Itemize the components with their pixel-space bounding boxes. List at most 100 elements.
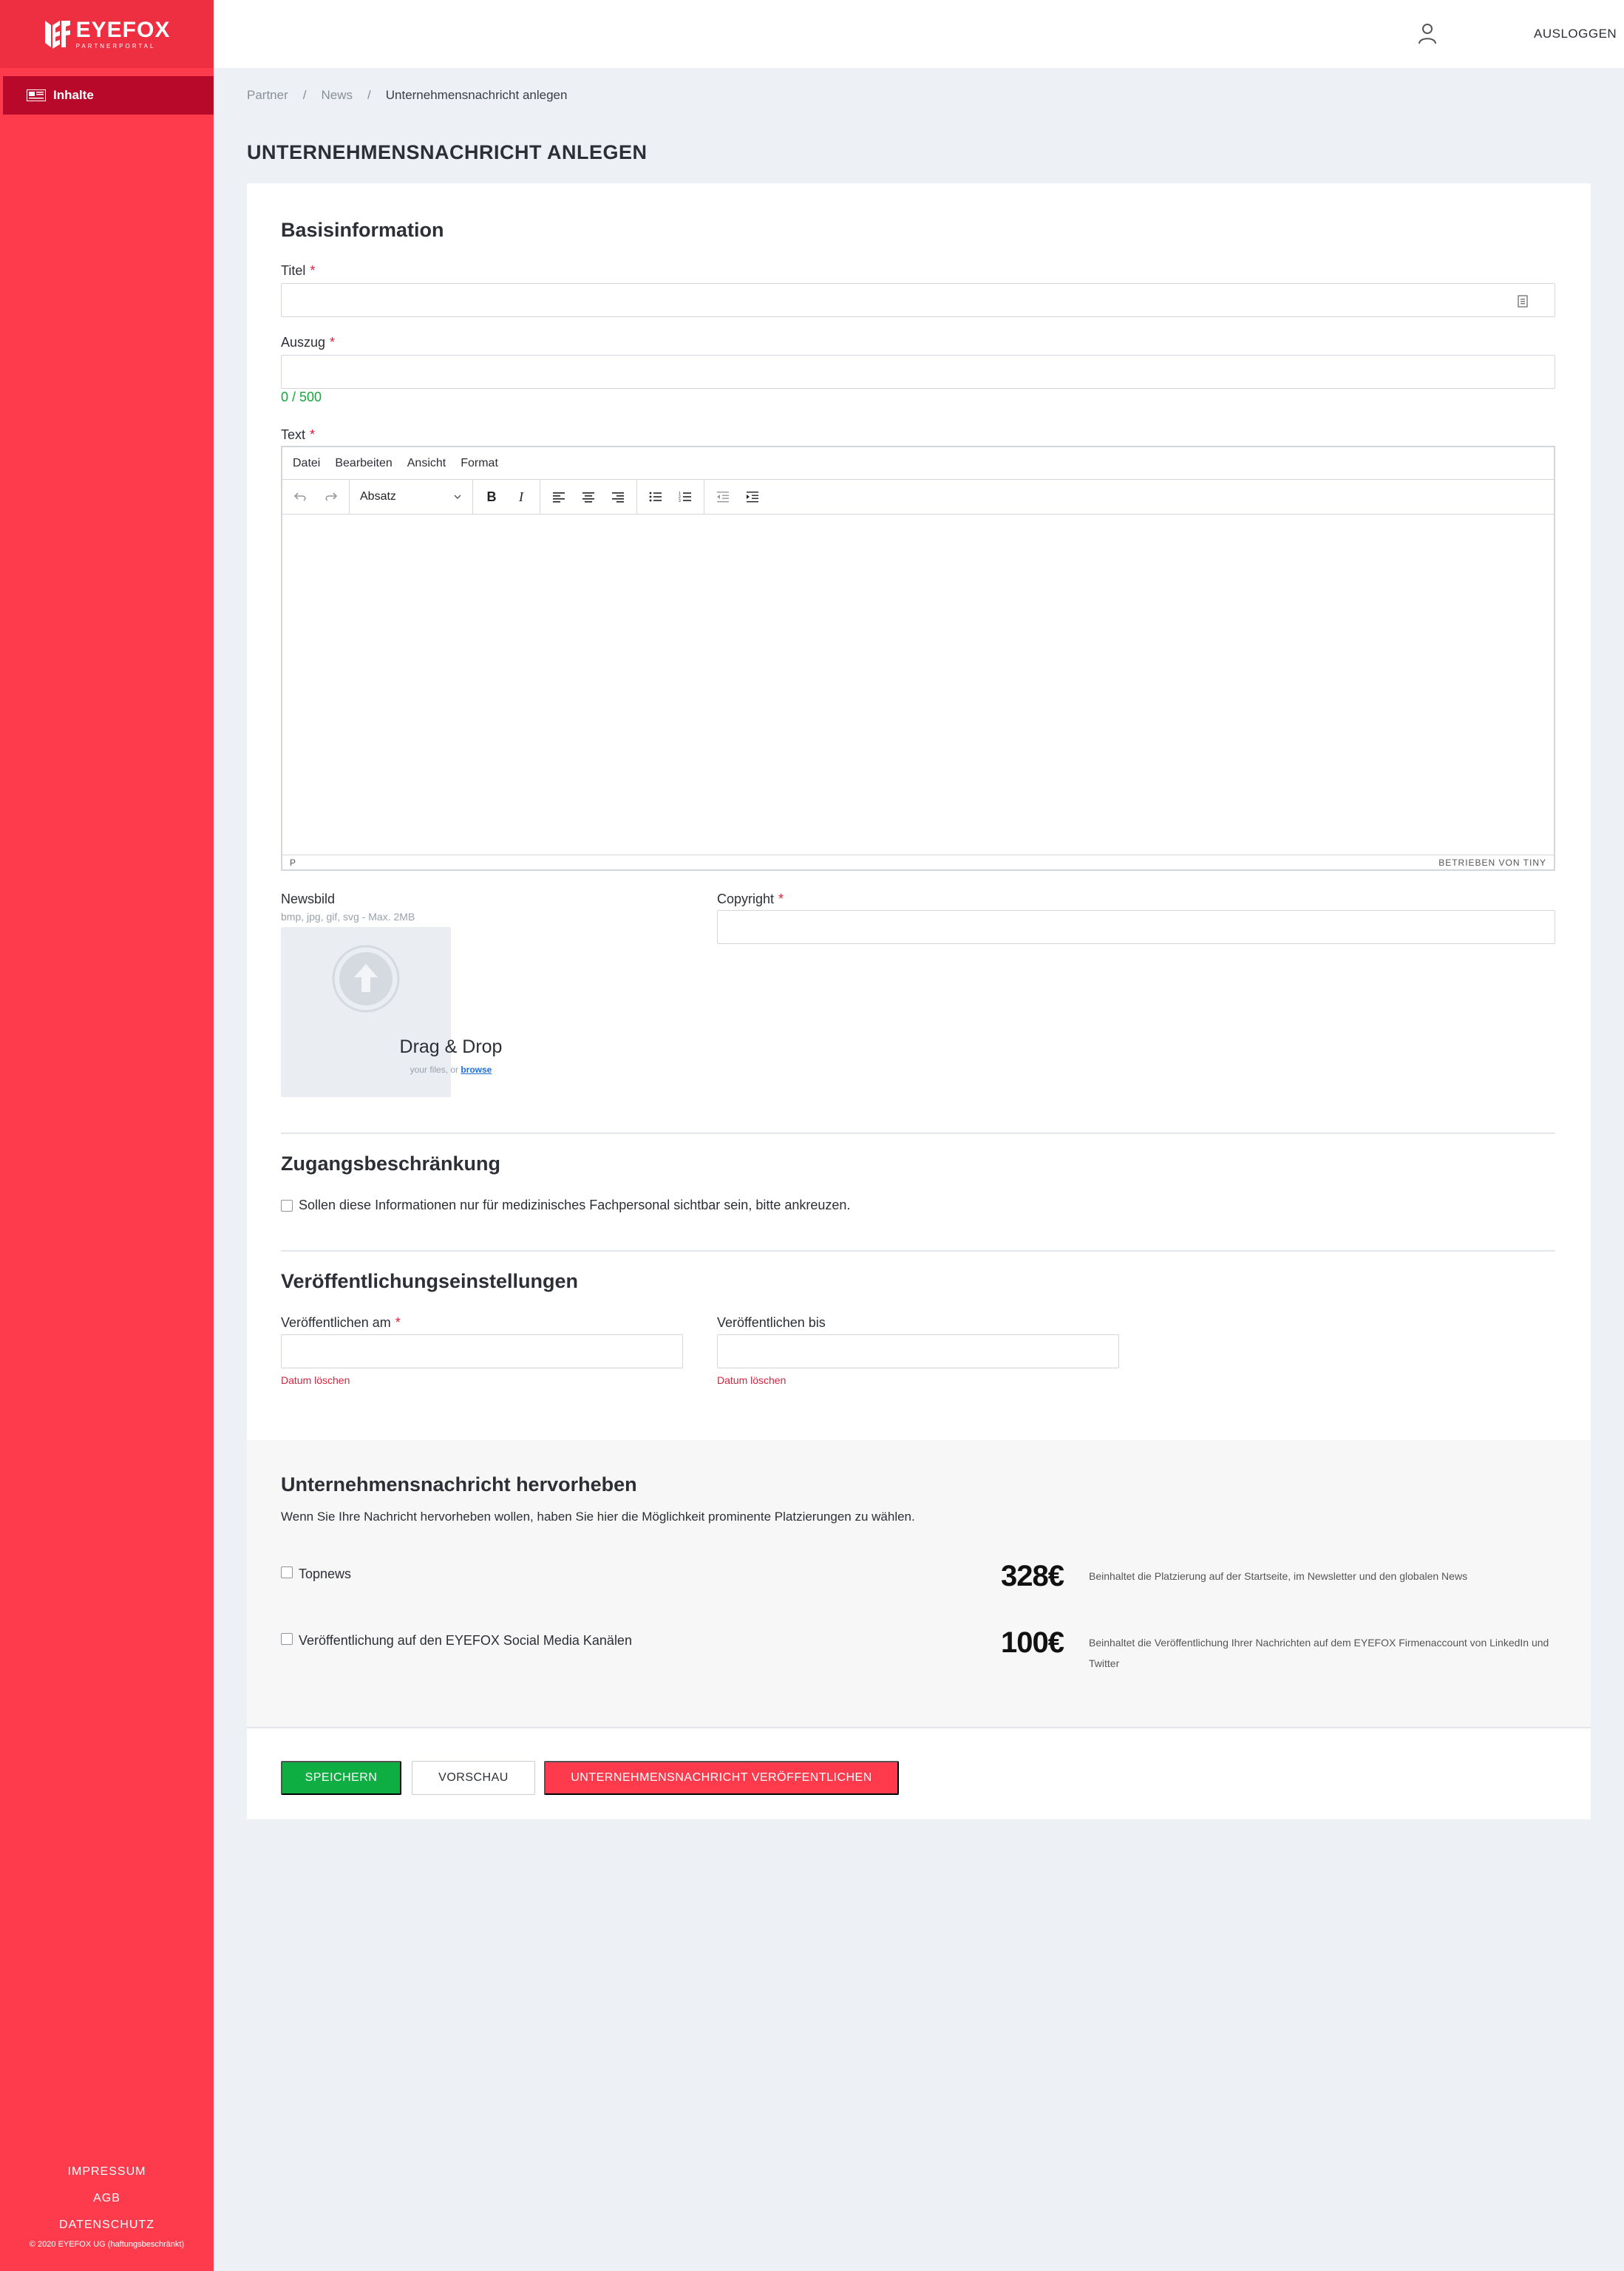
titel-field[interactable] — [281, 283, 1555, 317]
publish-to-field[interactable] — [717, 1334, 1119, 1368]
agb-link[interactable]: AGB — [0, 2188, 214, 2215]
divider — [281, 1133, 1555, 1134]
powered-by-tiny[interactable]: BETRIEBEN VON TINY — [1438, 858, 1546, 868]
social-media-label: Veröffentlichung auf den EYEFOX Social M… — [299, 1633, 632, 1648]
formatting-group: B I — [473, 480, 540, 514]
auszug-field[interactable] — [281, 355, 1555, 389]
clipboard-icon — [1518, 295, 1528, 308]
titel-input[interactable] — [282, 284, 1555, 316]
editor-menubar: Datei Bearbeiten Ansicht Format — [282, 447, 1554, 480]
brand-tagline: PARTNERPORTAL — [75, 42, 156, 50]
copyright-label: Copyright * — [717, 892, 784, 906]
alignment-group — [540, 480, 637, 514]
topnews-label: Topnews — [299, 1566, 352, 1581]
newspaper-icon — [27, 89, 46, 101]
indent-icon[interactable] — [741, 486, 764, 508]
upload-icon — [332, 945, 400, 1013]
publish-to-label: Veröffentlichen bis — [717, 1315, 826, 1330]
character-counter: 0 / 500 — [281, 390, 322, 404]
preview-button[interactable]: VORSCHAU — [412, 1761, 535, 1795]
form-card: Basisinformation Titel * Auszug * 0 / 500 … — [247, 183, 1591, 1819]
social-media-price-description: Beinhaltet die Veröffentlichung Ihrer Na… — [1089, 1637, 1549, 1669]
logo[interactable]: EYEFOX PARTNERPORTAL — [0, 0, 214, 68]
access-checkbox-label: Sollen diese Informationen nur für mediz… — [299, 1198, 851, 1212]
menu-format[interactable]: Format — [461, 457, 498, 470]
outdent-icon[interactable] — [712, 486, 734, 508]
clear-from-date-link[interactable]: Datum löschen — [281, 1374, 350, 1386]
italic-icon[interactable]: I — [510, 486, 532, 508]
social-media-checkbox[interactable] — [281, 1633, 293, 1645]
auszug-input[interactable] — [282, 356, 1555, 388]
breadcrumb-partner[interactable]: Partner — [247, 88, 288, 103]
sidebar-item-label: Inhalte — [53, 88, 94, 102]
logout-link[interactable]: AUSLOGGEN — [1534, 27, 1617, 41]
section-title-highlight: Unternehmensnachricht hervorheben — [281, 1473, 637, 1496]
menu-ansicht[interactable]: Ansicht — [407, 457, 446, 470]
access-checkbox-row[interactable]: Sollen diese Informationen nur für mediz… — [281, 1198, 850, 1213]
topnews-option[interactable]: Topnews — [281, 1566, 351, 1582]
topbar: AUSLOGGEN — [214, 0, 1624, 68]
save-button[interactable]: SPEICHERN — [281, 1761, 401, 1795]
highlight-section: Unternehmensnachricht hervorheben Wenn S… — [247, 1440, 1591, 1728]
brand-name: EYEFOX — [75, 17, 171, 42]
indent-group — [704, 480, 771, 514]
topnews-price: 328€ — [1001, 1560, 1064, 1592]
breadcrumb-separator: / — [367, 88, 371, 102]
topnews-checkbox[interactable] — [281, 1566, 293, 1578]
editor-statusbar: P BETRIEBEN VON TINY — [282, 855, 1554, 869]
align-left-icon[interactable] — [548, 486, 570, 508]
block-format-group: Absatz — [350, 480, 473, 514]
copyright-input[interactable] — [718, 911, 1555, 943]
datenschutz-link[interactable]: DATENSCHUTZ — [0, 2215, 214, 2241]
publish-button[interactable]: UNTERNEHMENSNACHRICHT VERÖFFENTLICHEN — [544, 1761, 899, 1795]
align-center-icon[interactable] — [577, 486, 599, 508]
section-title-access: Zugangsbeschränkung — [281, 1153, 501, 1175]
menu-bearbeiten[interactable]: Bearbeiten — [335, 457, 392, 470]
access-checkbox[interactable] — [281, 1199, 293, 1212]
menu-datei[interactable]: Datei — [293, 457, 320, 470]
bold-icon[interactable]: B — [480, 486, 503, 508]
element-path[interactable]: P — [290, 858, 296, 868]
sidebar: EYEFOX PARTNERPORTAL Inhalte IMPRESSUM A… — [0, 0, 214, 2271]
block-format-value: Absatz — [360, 490, 396, 503]
divider — [247, 1727, 1591, 1728]
svg-text:3: 3 — [679, 499, 681, 503]
auszug-label: Auszug * — [281, 335, 336, 350]
redo-icon[interactable] — [319, 486, 342, 508]
impressum-link[interactable]: IMPRESSUM — [0, 2162, 214, 2188]
chevron-down-icon — [454, 495, 461, 499]
breadcrumb-separator: / — [302, 88, 307, 102]
dropzone-title: Drag & Drop — [399, 1036, 503, 1057]
breadcrumb-news[interactable]: News — [321, 88, 353, 103]
social-media-option[interactable]: Veröffentlichung auf den EYEFOX Social M… — [281, 1633, 632, 1649]
eyefox-logo-icon — [44, 21, 70, 49]
publish-from-input[interactable] — [282, 1335, 682, 1368]
bullet-list-icon[interactable] — [645, 486, 667, 508]
divider — [281, 1250, 1555, 1252]
user-icon[interactable] — [1417, 22, 1438, 44]
rich-text-editor[interactable]: Datei Bearbeiten Ansicht Format Absatz B… — [281, 446, 1555, 871]
sidebar-item-inhalte[interactable]: Inhalte — [3, 76, 214, 115]
publish-to-input[interactable] — [718, 1335, 1118, 1368]
copyright-field[interactable] — [717, 910, 1555, 944]
page-title: UNTERNEHMENSNACHRICHT ANLEGEN — [247, 141, 648, 163]
publish-from-field[interactable] — [281, 1334, 683, 1368]
breadcrumb-current: Unternehmensnachricht anlegen — [385, 88, 568, 102]
newsbild-label: Newsbild — [281, 892, 336, 906]
browse-link[interactable]: browse — [461, 1065, 492, 1075]
topnews-price-description: Beinhaltet die Platzierung auf der Start… — [1089, 1570, 1468, 1582]
sidebar-footer: IMPRESSUM AGB DATENSCHUTZ — [0, 2162, 214, 2241]
text-label: Text * — [281, 427, 316, 442]
image-dropzone[interactable]: Drag & Drop your files, or browse — [281, 927, 502, 1097]
titel-label: Titel * — [281, 263, 316, 278]
social-media-price: 100€ — [1001, 1626, 1064, 1659]
block-format-select[interactable]: Absatz — [356, 480, 466, 514]
newsbild-hint: bmp, jpg, gif, svg - Max. 2MB — [281, 911, 415, 923]
editor-toolbar: Absatz B I 1 2 3 — [282, 480, 1554, 515]
numbered-list-icon[interactable]: 123 — [674, 486, 696, 508]
editor-content-area[interactable] — [282, 515, 1554, 855]
clear-to-date-link[interactable]: Datum löschen — [717, 1374, 786, 1386]
align-right-icon[interactable] — [607, 486, 629, 508]
breadcrumb: Partner / News / Unternehmensnachricht a… — [247, 88, 567, 103]
undo-icon[interactable] — [290, 486, 312, 508]
